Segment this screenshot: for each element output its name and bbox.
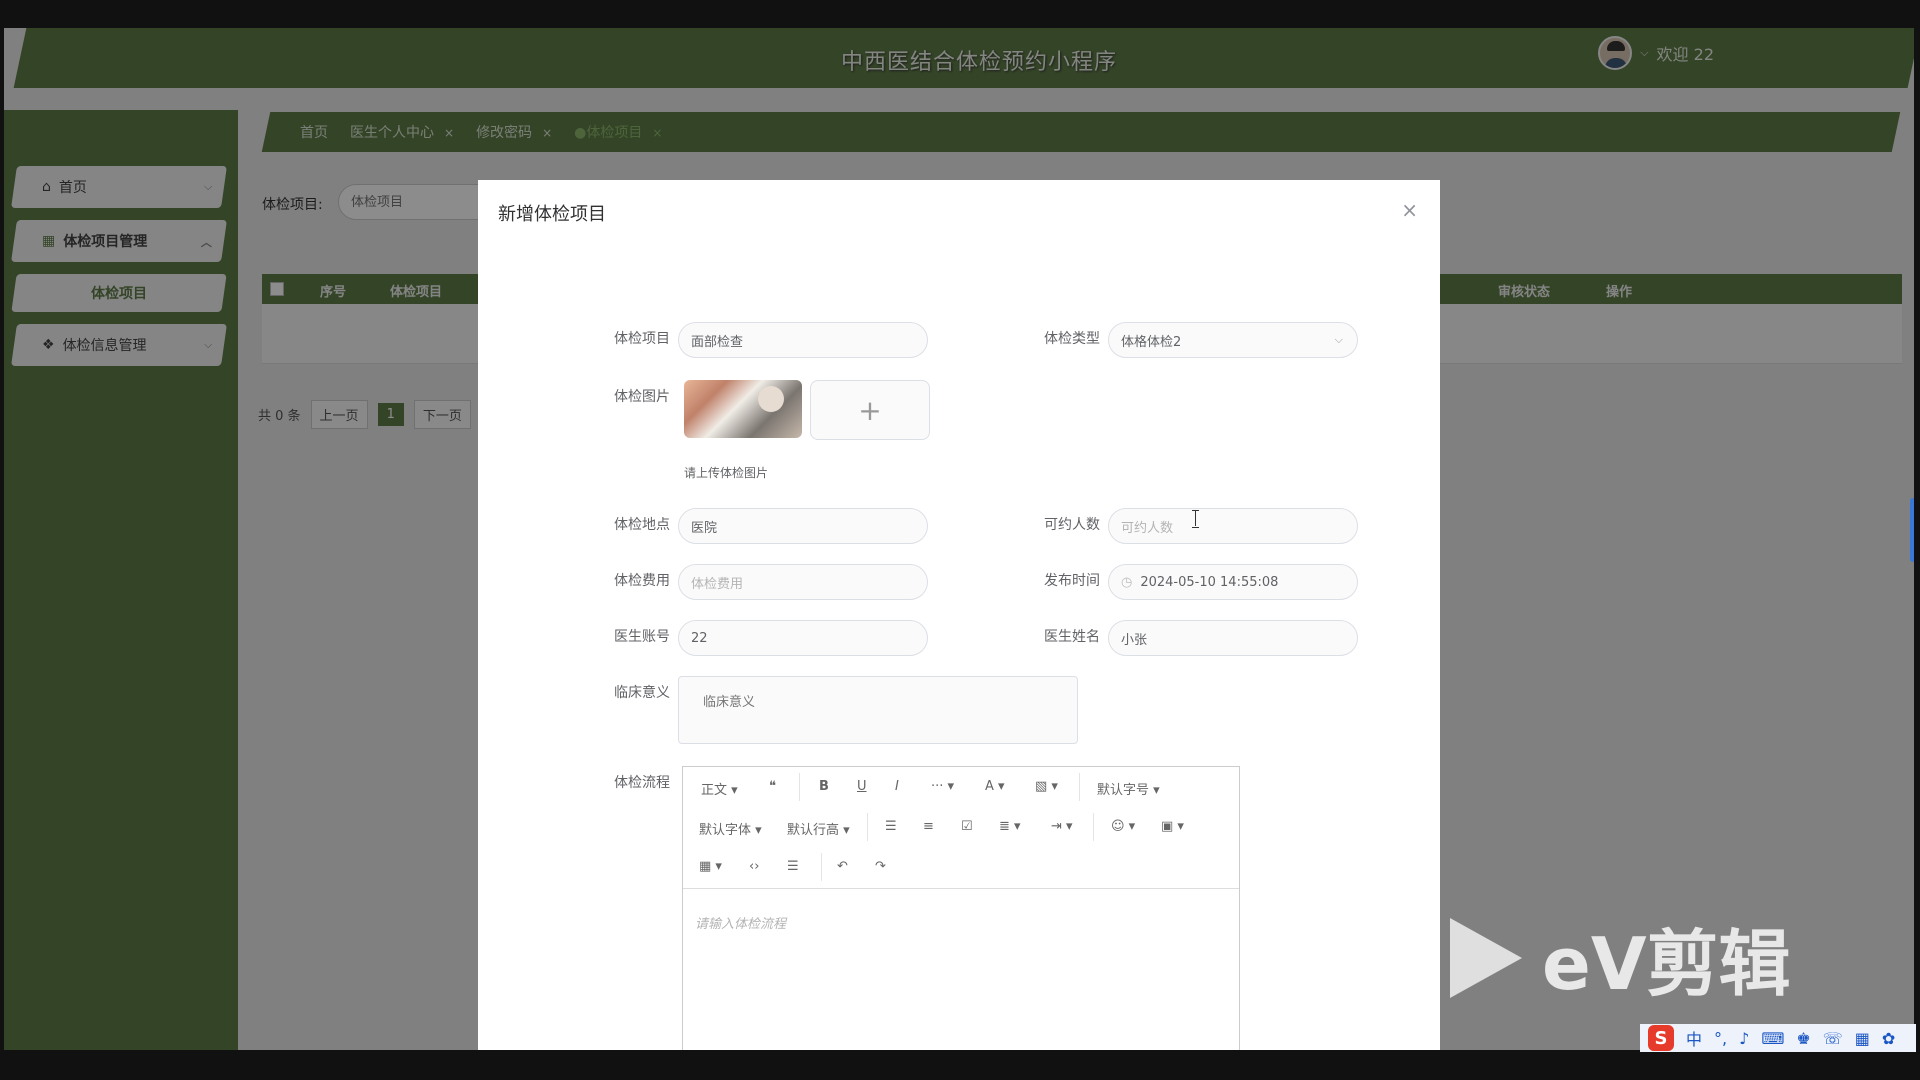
image-icon[interactable]: ▣ ▾ <box>1161 819 1184 834</box>
punctuation-icon[interactable]: °, <box>1714 1029 1727 1048</box>
field-label-doctor-name: 医生姓名 <box>1044 629 1100 645</box>
dialog-title: 新增体检项目 <box>498 204 606 225</box>
chevron-down-icon: ⌵ <box>1334 333 1343 346</box>
clinical-significance-textarea[interactable] <box>678 676 1078 744</box>
field-label-doctor-account: 医生账号 <box>614 629 670 645</box>
scrollbar[interactable] <box>1910 498 1914 562</box>
background-color-icon[interactable]: ▧ ▾ <box>1035 779 1058 794</box>
divider-line-icon[interactable]: ☰ <box>787 859 799 874</box>
quote-icon[interactable]: ❝ <box>769 779 776 794</box>
redo-icon[interactable]: ↷ <box>875 859 886 874</box>
undo-icon[interactable]: ↶ <box>837 859 848 874</box>
font-size-dropdown[interactable]: 默认字号 ▾ <box>1097 779 1160 798</box>
font-family-dropdown[interactable]: 默认字体 ▾ <box>699 819 762 838</box>
indent-icon[interactable]: ⇥ ▾ <box>1051 819 1073 834</box>
emoji-icon[interactable]: ☺ ▾ <box>1111 819 1135 834</box>
play-icon <box>1450 917 1522 998</box>
paragraph-dropdown[interactable]: 正文 ▾ <box>701 779 738 798</box>
toolbar-divider <box>1093 813 1094 841</box>
field-label-publish-time: 发布时间 <box>1044 573 1100 589</box>
field-label-name: 体检项目 <box>614 331 670 347</box>
editor-content[interactable]: 请输入体检流程 <box>683 889 1239 1050</box>
code-icon[interactable]: ‹› <box>749 859 759 874</box>
exam-type-select[interactable]: 体格体检2 ⌵ <box>1108 322 1358 358</box>
keyboard-icon[interactable]: ⌨ <box>1761 1029 1784 1048</box>
underline-icon[interactable]: U <box>857 779 867 794</box>
sogou-logo-icon[interactable]: S <box>1648 1025 1674 1051</box>
italic-icon[interactable]: I <box>895 779 899 794</box>
upload-hint: 请上传体检图片 <box>684 466 769 480</box>
plus-icon: + <box>858 393 882 427</box>
exam-fee-input[interactable]: 体检费用 <box>678 564 928 600</box>
add-exam-item-dialog: 新增体检项目 × 体检项目 面部检查 体检类型 体格体检2 ⌵ 体检图片 + 请上… <box>478 180 1440 1050</box>
text-cursor-icon <box>1192 510 1200 528</box>
uploaded-image-thumbnail[interactable] <box>684 380 802 438</box>
field-label-type: 体检类型 <box>1044 331 1100 347</box>
field-label-image: 体检图片 <box>614 389 670 405</box>
field-label-location: 体检地点 <box>614 517 670 533</box>
capacity-input[interactable]: 可约人数 <box>1108 508 1358 544</box>
table-icon[interactable]: ▦ ▾ <box>699 859 722 874</box>
chat-icon[interactable]: ☏ <box>1823 1029 1843 1048</box>
screen: 中西医结合体检预约小程序 ⌵ 欢迎 22 ⌂ 首页 ⌵ ▦ 体检项目管理 ︿ 体检项… <box>4 28 1914 1050</box>
field-label-capacity: 可约人数 <box>1044 517 1100 533</box>
microphone-icon[interactable]: ♪ <box>1739 1029 1749 1048</box>
ime-language[interactable]: 中 <box>1686 1026 1702 1050</box>
rich-text-editor: 正文 ▾ ❝ B U I ··· ▾ A ▾ ▧ ▾ 默认字号 ▾ 默认字体 ▾… <box>682 766 1240 1050</box>
bullet-list-icon[interactable]: ☰ <box>885 819 897 834</box>
toolbar-divider <box>1079 773 1080 801</box>
field-label-fee: 体检费用 <box>614 573 670 589</box>
toolbar-divider <box>867 813 868 841</box>
bold-icon[interactable]: B <box>819 779 829 794</box>
skin-icon[interactable]: ♚ <box>1796 1029 1810 1048</box>
field-label-process: 体检流程 <box>614 775 670 791</box>
settings-icon[interactable]: ✿ <box>1882 1029 1895 1048</box>
video-watermark: eV剪辑 <box>1450 905 1791 1010</box>
close-icon[interactable]: × <box>1401 198 1418 222</box>
ime-tray: S 中 °, ♪ ⌨ ♚ ☏ ▦ ✿ <box>1640 1024 1916 1052</box>
more-icon[interactable]: ··· ▾ <box>931 779 954 794</box>
align-icon[interactable]: ≣ ▾ <box>999 819 1021 834</box>
editor-toolbar: 正文 ▾ ❝ B U I ··· ▾ A ▾ ▧ ▾ 默认字号 ▾ 默认字体 ▾… <box>683 767 1239 889</box>
font-color-icon[interactable]: A ▾ <box>985 779 1005 794</box>
numbered-list-icon[interactable]: ≡ <box>923 819 934 834</box>
todo-list-icon[interactable]: ☑ <box>961 819 973 834</box>
toolbar-divider <box>799 773 800 801</box>
toolbar-divider <box>821 853 822 881</box>
doctor-name-input[interactable]: 小张 <box>1108 620 1358 656</box>
exam-name-input[interactable]: 面部检查 <box>678 322 928 358</box>
clock-icon: ◷ <box>1121 574 1133 590</box>
publish-time-picker[interactable]: ◷ 2024-05-10 14:55:08 <box>1108 564 1358 600</box>
upload-add-button[interactable]: + <box>810 380 930 440</box>
apps-icon[interactable]: ▦ <box>1855 1029 1870 1048</box>
doctor-account-input[interactable]: 22 <box>678 620 928 656</box>
line-height-dropdown[interactable]: 默认行高 ▾ <box>787 819 850 838</box>
field-label-clinical: 临床意义 <box>614 685 670 701</box>
exam-location-input[interactable]: 医院 <box>678 508 928 544</box>
